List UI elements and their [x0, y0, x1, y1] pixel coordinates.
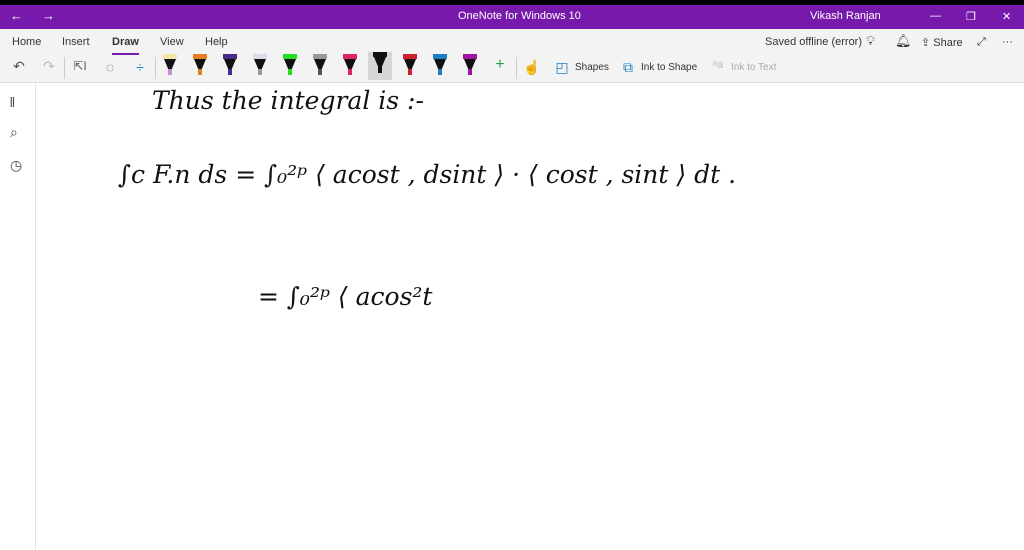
restore-button[interactable]: ❐ — [966, 10, 976, 23]
pen-4[interactable] — [253, 54, 267, 78]
app-title: OneNote for Windows 10 — [458, 10, 581, 22]
ink-to-text-button[interactable]: Ink to Text — [731, 62, 776, 73]
tab-help[interactable]: Help — [205, 36, 228, 48]
forward-button[interactable]: → — [42, 8, 55, 23]
more-button[interactable]: ··· — [1002, 36, 1013, 48]
ink-to-shape-button[interactable]: Ink to Shape — [641, 62, 697, 73]
pen-1[interactable] — [163, 54, 177, 78]
redo-icon[interactable]: ↷ — [39, 58, 59, 75]
ink-line-2: ∫c F.n ds = ∫₀²ᵖ ⟨ acost , dsint ⟩ · ⟨ c… — [118, 160, 737, 189]
user-name[interactable]: Vikash Ranjan — [810, 10, 881, 22]
pen-8[interactable] — [368, 52, 392, 80]
tab-insert[interactable]: Insert — [62, 36, 90, 48]
pen-9[interactable] — [403, 54, 417, 78]
tab-view[interactable]: View — [160, 36, 184, 48]
shapes-icon[interactable]: ◰ — [552, 59, 572, 76]
ink-to-shape-icon[interactable]: ⧉ — [618, 59, 638, 76]
ink-line-1: Thus the integral is :- — [152, 86, 424, 115]
add-pen-icon[interactable]: + — [490, 56, 510, 74]
sidebar: 𝍪 ⌕ ◷ — [0, 84, 36, 550]
tab-home[interactable]: Home — [12, 36, 41, 48]
title-bar: ← → OneNote for Windows 10 Vikash Ranjan… — [0, 5, 1024, 29]
pen-10[interactable] — [433, 54, 447, 78]
pen-5[interactable] — [283, 54, 297, 78]
recent-clock-icon[interactable]: ◷ — [10, 157, 22, 174]
bell-icon[interactable]: 🔔︎ — [895, 33, 912, 49]
ink-replay-icon[interactable]: ☝ — [522, 59, 542, 76]
ink-line-3: = ∫₀²ᵖ ⟨ acos²t — [258, 282, 433, 311]
fullscreen-icon[interactable]: ⤢ — [977, 36, 986, 49]
pen-2[interactable] — [193, 54, 207, 78]
search-icon[interactable]: ⌕ — [10, 124, 18, 141]
save-status[interactable]: Saved offline (error) — [765, 36, 862, 48]
divider — [516, 57, 517, 79]
lasso-type-icon[interactable]: ⇱I — [70, 59, 90, 73]
insert-space-icon[interactable]: ÷ — [130, 59, 150, 75]
pen-11[interactable] — [463, 54, 477, 78]
shapes-button[interactable]: Shapes — [575, 62, 609, 73]
back-button[interactable]: ← — [10, 8, 23, 23]
pen-7[interactable] — [343, 54, 357, 78]
divider — [155, 57, 156, 79]
ink-to-text-icon[interactable]: ᵃa — [708, 59, 728, 71]
lasso-select-icon[interactable]: ◌ — [100, 59, 120, 75]
divider — [64, 57, 65, 79]
share-button[interactable]: ⇪ Share — [921, 36, 963, 49]
ribbon: Home Insert Draw View Help Saved offline… — [0, 29, 1024, 83]
share-icon: ⇪ — [921, 37, 934, 49]
minimize-button[interactable]: — — [930, 10, 941, 22]
pen-6[interactable] — [313, 54, 327, 78]
tab-draw[interactable]: Draw — [112, 36, 139, 55]
pen-3[interactable] — [223, 54, 237, 78]
notebooks-icon[interactable]: 𝍪 — [10, 92, 15, 116]
lightbulb-icon[interactable]: 💡︎ — [866, 33, 875, 49]
undo-icon[interactable]: ↶ — [9, 58, 29, 75]
share-label: Share — [933, 37, 963, 49]
close-button[interactable]: ✕ — [1002, 10, 1011, 23]
